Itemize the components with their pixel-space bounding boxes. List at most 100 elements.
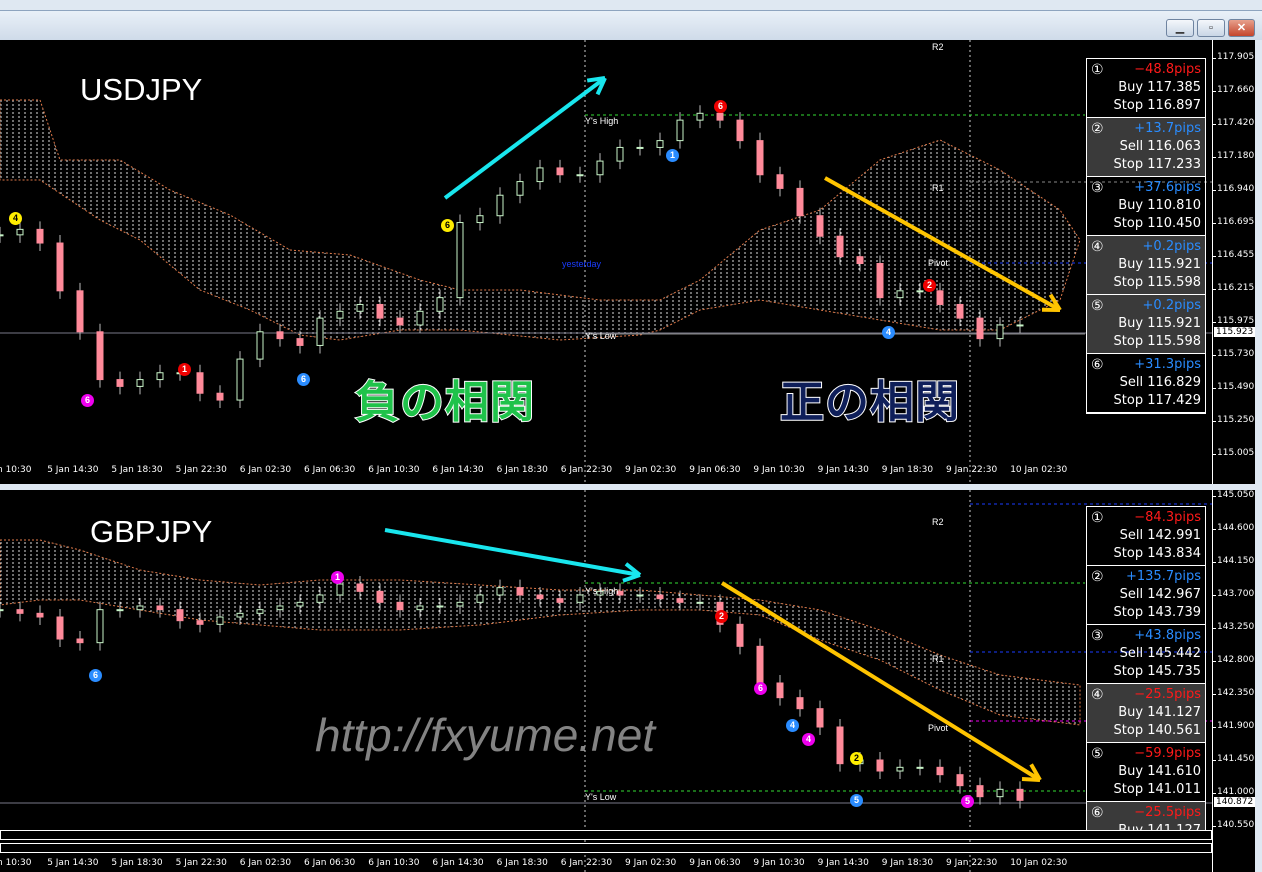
gbpjpy-chart[interactable]: GBPJPY R2 R1 Pivot Y's High Y's Low 1 6 … [0,490,1255,872]
candle [296,338,304,346]
candle [196,372,204,394]
candle [136,379,144,387]
position-stop: Stop 117.429 [1113,393,1201,408]
candle [536,594,544,600]
time-axis-label: n 10:30 [0,465,32,475]
candle [436,297,444,312]
position-stop: Stop 141.011 [1113,782,1201,797]
time-axis-label: 5 Jan 14:30 [47,858,99,868]
gbpjpy-price-axis: 145.050 144.600 144.150 143.700 143.250 142.8… [1212,490,1255,872]
position-number: ① [1091,510,1104,526]
position-number: ② [1091,121,1104,137]
position-number: ④ [1091,687,1104,703]
candle [436,605,444,608]
candle [56,616,64,640]
r1-label: R1 [932,183,944,193]
time-axis-label: 5 Jan 22:30 [175,465,227,475]
time-axis-label: 5 Jan 18:30 [111,858,163,868]
current-price-label: 115.923 [1214,327,1255,337]
position-pips: +0.2pips [1142,298,1201,313]
pivot-label: Pivot [928,258,949,268]
horizontal-scrollbar[interactable] [0,843,1212,853]
time-axis-label: 9 Jan 06:30 [689,465,741,475]
gbpjpy-positions-panel: ① −84.3pips Sell 142.991 Stop 143.834 ② +135.… [1086,506,1206,831]
position-number: ② [1091,569,1104,585]
position-row: ① −48.8pips Buy 117.385 Stop 116.897 [1087,59,1205,118]
close-button[interactable]: ✕ [1228,19,1255,37]
arrow-head [622,573,641,583]
position-entry: Buy 117.385 [1118,80,1201,95]
candle [596,160,604,176]
price-tick: 115.005 [1212,448,1255,458]
time-axis-label: 6 Jan 10:30 [368,858,420,868]
signal-marker: 5 [961,795,974,808]
time-axis-label: 6 Jan 22:30 [560,465,613,475]
signal-marker: 4 [786,719,799,732]
time-axis-label: 9 Jan 14:30 [817,465,869,475]
signal-marker: 2 [715,610,728,623]
candle [16,609,24,614]
current-price-label: 140.872 [1214,797,1255,807]
time-axis-label: 5 Jan 14:30 [47,465,99,475]
price-tick: 144.600 [1212,523,1255,533]
time-axis-label: 9 Jan 10:30 [753,858,805,868]
candle [916,290,924,293]
candle [776,174,784,189]
candle [196,620,204,625]
arrow-head [1021,777,1041,782]
restore-button[interactable]: ▫ [1197,19,1225,37]
position-entry: Buy 141.610 [1118,764,1201,779]
candle [96,609,104,644]
trend-arrow [384,528,641,577]
candle [716,112,724,121]
signal-marker: 6 [297,373,310,386]
r1-label: R1 [932,654,944,664]
price-tick: 141.450 [1212,754,1255,764]
negative-correlation-label: 負の相関 [354,376,535,429]
yesterday-label: yesterday [562,259,602,269]
usdjpy-chart[interactable]: USDJPY R2 R1 Pivot yesterday Y's High Y'… [0,40,1255,484]
ys-low-label: Y's Low [585,792,617,802]
position-entry: Sell 116.829 [1119,375,1201,390]
price-tick: 141.900 [1212,721,1255,731]
signal-marker: 4 [882,326,895,339]
position-stop: Stop 143.834 [1113,546,1201,561]
time-axis-label: 6 Jan 18:30 [496,465,548,475]
signal-marker: 6 [754,682,767,695]
candle [856,256,864,265]
candle [216,392,224,401]
time-axis-label: 6 Jan 18:30 [496,858,548,868]
candle [476,594,484,603]
price-tick: 115.975 [1212,315,1255,326]
candle [656,140,664,148]
candle [816,215,824,237]
signal-marker: 6 [81,394,94,407]
position-pips: +37.6pips [1134,180,1201,195]
position-pips: −25.5pips [1134,805,1201,820]
horizontal-scrollbar[interactable] [0,830,1212,840]
candle [116,609,124,612]
position-pips: −25.5pips [1134,687,1201,702]
position-stop: Stop 115.598 [1113,275,1201,290]
time-axis-label: 9 Jan 22:30 [946,465,998,475]
position-entry: Buy 141.127 [1118,705,1201,720]
position-stop: Stop 115.598 [1113,334,1201,349]
candle [736,623,744,647]
candle [756,645,764,684]
candle [396,317,404,326]
candle [676,119,684,142]
candle [456,222,464,299]
candle [316,317,324,346]
position-number: ⑤ [1091,746,1104,762]
time-axis-label: 10 Jan 02:30 [1010,858,1068,868]
ys-low-label: Y's Low [585,331,617,341]
candle [816,708,824,728]
candle [776,682,784,699]
candle [756,140,764,176]
position-pips: −84.3pips [1134,510,1201,525]
minimize-button[interactable]: ▁ [1166,19,1194,37]
candle [136,605,144,611]
price-tick: 116.455 [1212,250,1255,260]
position-row: ④ +0.2pips Buy 115.921 Stop 115.598 [1087,236,1205,295]
candle [696,601,704,604]
